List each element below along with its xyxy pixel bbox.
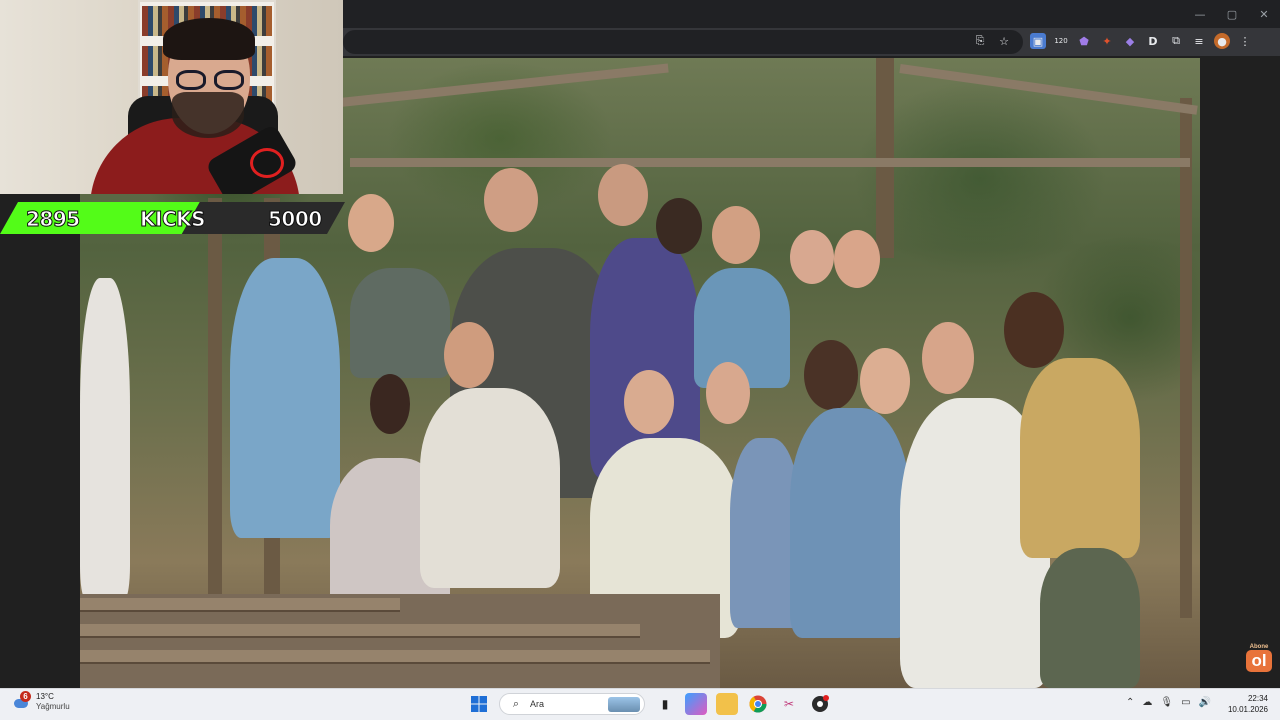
shield-extension-icon[interactable]: ⬟: [1076, 33, 1092, 49]
person: [230, 258, 340, 538]
maximize-button[interactable]: ▢: [1216, 0, 1248, 28]
person: [1040, 548, 1140, 688]
person-head: [922, 322, 974, 394]
reading-list-icon[interactable]: ≡: [1191, 33, 1207, 49]
person-head: [834, 230, 880, 288]
person-head: [712, 206, 760, 264]
snipping-tool-icon[interactable]: ✂: [778, 693, 800, 715]
person: [790, 408, 910, 638]
address-bar-actions: ⎘ ☆: [972, 33, 1012, 49]
wooden-pole: [208, 198, 222, 598]
wooden-pole: [1180, 98, 1192, 618]
display-icon[interactable]: ▭: [1181, 697, 1190, 708]
clock-date: 10.01.2026: [1227, 705, 1268, 714]
person-head: [598, 164, 648, 226]
close-button[interactable]: ✕: [1248, 0, 1280, 28]
kicks-goal: 5000: [268, 207, 323, 232]
task-view-icon[interactable]: ▮: [654, 693, 676, 715]
chevron-up-icon[interactable]: ⌃: [1126, 697, 1134, 708]
person: [1020, 358, 1140, 558]
watermark-big-text: ol: [1246, 650, 1272, 672]
search-highlight-image: [608, 697, 640, 712]
webcam-overlay: [0, 0, 343, 194]
person-head: [484, 168, 538, 232]
network-icon[interactable]: ☁: [1142, 697, 1152, 708]
plank: [80, 598, 400, 612]
person-head: [860, 348, 910, 414]
weather-widget[interactable]: 6 13°C Yağmurlu: [12, 691, 70, 712]
person-head: [804, 340, 858, 410]
volume-icon[interactable]: 🔊: [1199, 697, 1211, 708]
notification-badge: 6: [20, 691, 31, 702]
minimize-button[interactable]: —: [1184, 0, 1216, 28]
fox-extension-icon[interactable]: ✦: [1099, 33, 1115, 49]
glasses: [176, 70, 246, 92]
file-explorer-icon[interactable]: [716, 693, 738, 715]
person-head: [1004, 292, 1064, 368]
taskbar-apps: ⌕ Ara ▮ ✂: [468, 693, 831, 715]
weather-condition: Yağmurlu: [36, 702, 70, 711]
person: [420, 388, 560, 588]
microphone-ring: [250, 148, 284, 178]
wooden-beam: [350, 158, 1190, 167]
kicks-current: 2895: [26, 207, 81, 232]
person-head: [624, 370, 674, 434]
taskbar: 6 13°C Yağmurlu ⌕ Ara ▮ ✂ ⌃ ☁ 🎙 ▭ 🔊 22:3…: [0, 688, 1280, 720]
cast-icon[interactable]: ⎘: [972, 33, 988, 49]
search-icon: ⌕: [512, 697, 520, 710]
purple-extension-icon[interactable]: ◆: [1122, 33, 1138, 49]
weather-temp: 13°C: [36, 692, 54, 701]
plank: [80, 650, 710, 664]
person-head: [348, 194, 394, 252]
person-head: [790, 230, 834, 284]
clock-time: 22:34: [1247, 694, 1268, 703]
person-head: [444, 322, 494, 388]
streamer-hair: [163, 18, 255, 60]
search-placeholder: Ara: [530, 699, 545, 709]
window-controls: — ▢ ✕: [1184, 0, 1280, 28]
puzzle-extensions-icon[interactable]: ⧉: [1168, 33, 1184, 49]
extensions-bar: ▣ 120 ⬟ ✦ ◆ D ⧉ ≡ ● ⋮: [1030, 33, 1253, 49]
person-head: [370, 374, 410, 434]
person: [350, 268, 450, 378]
chrome-icon[interactable]: [747, 693, 769, 715]
system-tray: ⌃ ☁ 🎙 ▭ 🔊: [1126, 697, 1211, 708]
rain-cloud-icon: 6: [12, 691, 31, 711]
translate-extension-icon[interactable]: ▣: [1030, 33, 1046, 49]
kicks-label: KICKS: [139, 207, 206, 232]
kicks-goal-bar: 2895 KICKS 5000: [0, 202, 345, 234]
wood-planks: [80, 594, 720, 688]
profile-avatar[interactable]: ●: [1214, 33, 1230, 49]
channel-watermark: Abone ol: [1244, 644, 1274, 672]
person-head: [656, 198, 702, 254]
streamer-beard: [172, 92, 244, 138]
bookmark-star-icon[interactable]: ☆: [996, 33, 1012, 49]
windows-start-icon[interactable]: [468, 693, 490, 715]
taskbar-search[interactable]: ⌕ Ara: [499, 693, 645, 715]
screen: — ▢ ✕ ⎘ ☆ ▣ 120 ⬟ ✦ ◆ D ⧉ ≡ ● ⋮ 2895 KIC…: [0, 0, 1280, 720]
more-menu-icon[interactable]: ⋮: [1237, 33, 1253, 49]
clock[interactable]: 22:34 10.01.2026: [1226, 693, 1268, 715]
microphone-icon[interactable]: 🎙: [1160, 697, 1173, 708]
counter-extension-icon[interactable]: 120: [1053, 33, 1069, 49]
person-head: [706, 362, 750, 424]
person: [80, 278, 130, 598]
extension-badge-count: 120: [1054, 37, 1068, 45]
d-extension-icon[interactable]: D: [1145, 33, 1161, 49]
address-bar[interactable]: [343, 30, 1023, 54]
copilot-icon[interactable]: [685, 693, 707, 715]
plank: [80, 624, 640, 638]
obs-icon[interactable]: [809, 693, 831, 715]
